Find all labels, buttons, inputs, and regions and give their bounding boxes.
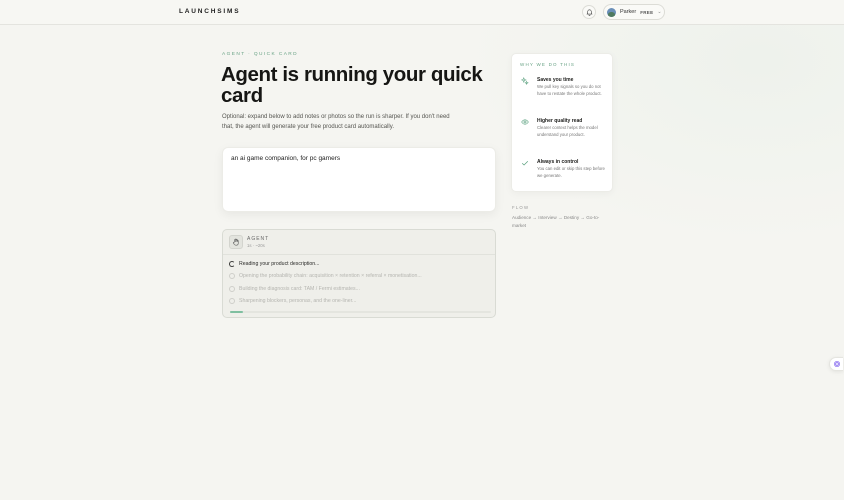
why-item-heading: Always in control [537, 159, 579, 165]
agent-step: Opening the probability chain: acquisiti… [229, 271, 422, 280]
notifications-button[interactable] [582, 5, 596, 19]
plan-badge: FREE [640, 9, 654, 15]
page-subtitle: Optional: expand below to add notes or p… [222, 114, 450, 130]
pending-circle-icon [229, 285, 235, 292]
eye-icon [520, 118, 529, 127]
why-we-do-this-card: WHY WE DO THIS Saves you time We pull ke… [511, 53, 613, 192]
agent-step-text: Building the diagnosis card: TAM / Fermi… [239, 285, 360, 292]
agent-progress-bar [230, 311, 491, 313]
bell-icon [586, 9, 592, 16]
why-item-heading: Saves you time [537, 77, 574, 83]
why-item-body: You can edit or skip this step before we… [537, 166, 605, 178]
why-item: Saves you time We pull key signals so yo… [520, 76, 610, 109]
agent-step-text: Sharpening blockers, personas, and the o… [239, 297, 357, 304]
flow-steps: Audience → Interview → Destiny → Go-to-m… [512, 215, 600, 228]
why-item-body: We pull key signals so you do not have t… [537, 84, 602, 96]
pending-circle-icon [229, 272, 235, 279]
why-item-heading: Higher quality read [537, 118, 583, 124]
product-description-value: an ai game companion, for pc gamers [231, 155, 341, 162]
agent-step-text: Opening the probability chain: acquisiti… [239, 272, 422, 279]
page-eyebrow: AGENT · QUICK CARD [222, 52, 299, 57]
flow-label: FLOW [512, 205, 530, 210]
why-item-body: Clearer context helps the model understa… [537, 125, 598, 137]
agent-header: AGENT 1s · ~20s [223, 230, 495, 255]
agent-step: Sharpening blockers, personas, and the o… [229, 296, 356, 305]
assistant-launcher-button[interactable] [829, 357, 843, 371]
user-menu-button[interactable]: Parker FREE ⌄ [603, 4, 665, 20]
agent-status-panel: AGENT 1s · ~20s Reading your product des… [222, 229, 496, 318]
check-icon [520, 159, 529, 168]
top-bar: LAUNCHSIMS Parker FREE ⌄ [0, 0, 844, 25]
why-item: Always in control You can edit or skip t… [520, 159, 610, 187]
hand-icon [229, 235, 243, 249]
why-item: Higher quality read Clearer context help… [520, 118, 610, 150]
agent-progress-fill [230, 311, 244, 313]
agent-elapsed-time: 1s · ~20s [247, 243, 265, 248]
agent-step: Reading your product description... [229, 259, 319, 268]
page-title: Agent is running your quick card [221, 63, 483, 107]
sparkle-icon [520, 76, 529, 86]
agent-step: Building the diagnosis card: TAM / Fermi… [229, 284, 360, 293]
assistant-icon [833, 360, 840, 368]
pending-circle-icon [229, 297, 235, 304]
why-card-title: WHY WE DO THIS [520, 62, 576, 67]
spinner-icon [229, 260, 235, 267]
app-logo[interactable]: LAUNCHSIMS [179, 8, 240, 15]
chevron-down-icon: ⌄ [657, 9, 662, 15]
avatar [607, 7, 616, 17]
product-description-input[interactable]: an ai game companion, for pc gamers [222, 147, 496, 212]
agent-step-text: Reading your product description... [239, 260, 320, 267]
user-name: Parker [620, 9, 637, 15]
agent-label: AGENT [247, 236, 270, 242]
